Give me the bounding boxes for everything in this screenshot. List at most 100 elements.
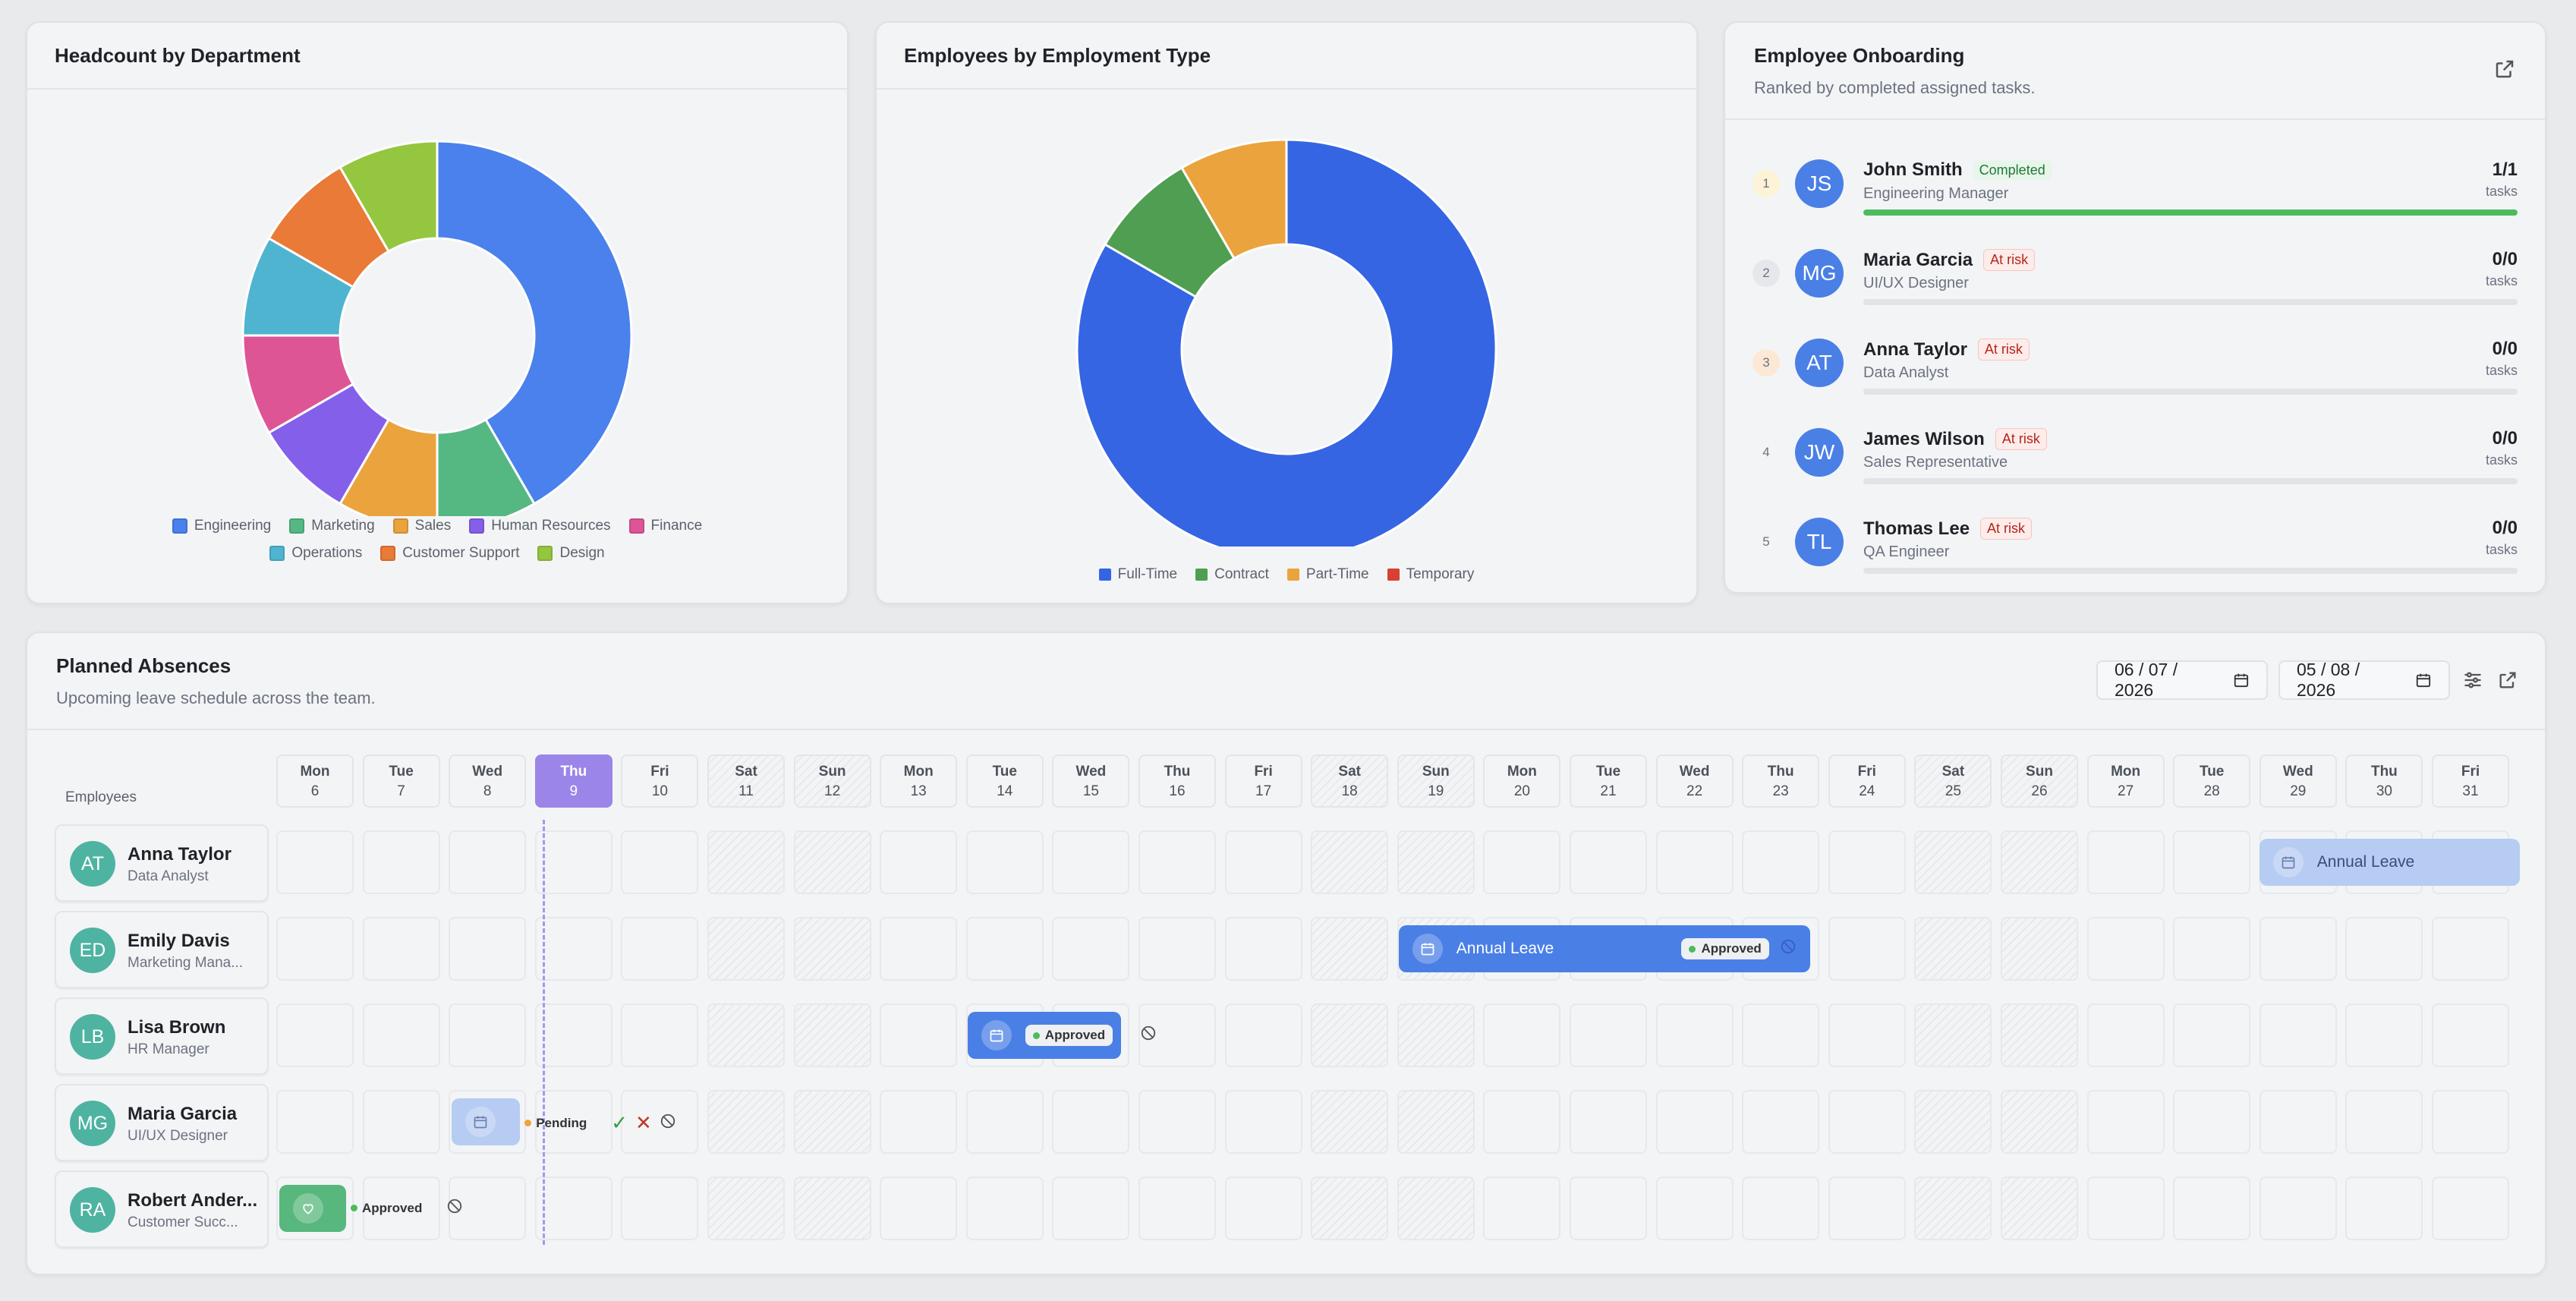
legend-item[interactable]: Temporary	[1387, 566, 1474, 583]
day-cell[interactable]	[1311, 917, 1389, 981]
day-cell[interactable]	[2345, 917, 2423, 981]
day-cell[interactable]	[2086, 1177, 2165, 1240]
day-cell[interactable]	[965, 917, 1044, 981]
day-cell[interactable]	[2173, 1003, 2251, 1067]
day-cell[interactable]	[1224, 830, 1302, 894]
legend-item[interactable]: Human Resources	[469, 518, 611, 534]
day-cell[interactable]	[1828, 830, 1906, 894]
day-cell[interactable]	[1138, 917, 1216, 981]
cancel-icon[interactable]	[1140, 1025, 1157, 1045]
day-cell[interactable]	[2086, 917, 2165, 981]
day-cell[interactable]	[1914, 1090, 1992, 1154]
day-cell[interactable]	[2001, 830, 2078, 894]
day-cell[interactable]	[793, 830, 871, 894]
day-cell[interactable]	[2173, 830, 2251, 894]
legend-item[interactable]: Customer Support	[380, 545, 519, 562]
onboarding-row[interactable]: 2 MG Maria Garcia At risk UI/UX Designer…	[1752, 240, 2518, 316]
day-cell[interactable]	[276, 830, 354, 894]
day-cell[interactable]	[1570, 1003, 1647, 1067]
day-cell[interactable]	[793, 1003, 871, 1067]
cancel-icon[interactable]	[660, 1113, 676, 1133]
day-cell[interactable]	[1828, 1003, 1906, 1067]
day-cell[interactable]	[1570, 1090, 1647, 1154]
day-cell[interactable]	[2259, 1003, 2337, 1067]
day-cell[interactable]	[880, 1177, 958, 1240]
day-cell[interactable]	[1483, 1177, 1561, 1240]
day-cell[interactable]	[2345, 1177, 2423, 1240]
day-cell[interactable]	[1138, 1177, 1216, 1240]
legend-item[interactable]: Operations	[269, 545, 362, 562]
day-cell[interactable]	[2001, 917, 2078, 981]
legend-item[interactable]: Full-Time	[1098, 566, 1177, 583]
day-cell[interactable]	[1828, 1177, 1906, 1240]
day-cell[interactable]	[2086, 830, 2165, 894]
day-cell[interactable]	[449, 1003, 527, 1067]
day-cell[interactable]	[793, 1090, 871, 1154]
employee-cell[interactable]: ED Emily Davis Marketing Mana...	[55, 911, 269, 988]
cancel-icon[interactable]	[1780, 938, 1797, 959]
day-cell[interactable]	[793, 1177, 871, 1240]
legend-item[interactable]: Finance	[628, 518, 702, 534]
day-cell[interactable]	[2259, 1177, 2337, 1240]
legend-item[interactable]: Part-Time	[1286, 566, 1369, 583]
employee-cell[interactable]: LB Lisa Brown HR Manager	[55, 997, 269, 1075]
onboarding-row[interactable]: 4 JW James Wilson At risk Sales Represen…	[1752, 419, 2518, 495]
day-cell[interactable]	[1655, 830, 1734, 894]
day-cell[interactable]	[880, 917, 958, 981]
day-cell[interactable]	[1311, 1090, 1389, 1154]
day-cell[interactable]	[2345, 1090, 2423, 1154]
reject-x-icon[interactable]: ✕	[635, 1111, 652, 1135]
day-cell[interactable]	[2173, 1090, 2251, 1154]
day-cell[interactable]	[707, 917, 785, 981]
leave-bar-approved[interactable]	[279, 1185, 346, 1232]
day-cell[interactable]	[621, 830, 699, 894]
day-cell[interactable]	[2259, 917, 2337, 981]
day-cell[interactable]	[2001, 1090, 2078, 1154]
day-cell[interactable]	[1483, 1090, 1561, 1154]
day-cell[interactable]	[621, 1177, 699, 1240]
day-cell[interactable]	[276, 1003, 354, 1067]
leave-bar-annual-leave[interactable]: Annual Leave Approved	[1398, 925, 1810, 972]
day-cell[interactable]	[1224, 1003, 1302, 1067]
day-cell[interactable]	[1914, 1003, 1992, 1067]
day-cell[interactable]	[1828, 917, 1906, 981]
day-cell[interactable]	[1742, 1003, 1820, 1067]
day-cell[interactable]	[1397, 830, 1475, 894]
employee-cell[interactable]: RA Robert Ander... Customer Succ...	[55, 1170, 269, 1248]
onboarding-row[interactable]: 1 JS John Smith Completed Engineering Ma…	[1752, 150, 2518, 226]
approve-check-icon[interactable]: ✓	[611, 1111, 628, 1135]
day-cell[interactable]	[2432, 1003, 2509, 1067]
day-cell[interactable]	[2086, 1090, 2165, 1154]
day-cell[interactable]	[1311, 1003, 1389, 1067]
day-cell[interactable]	[880, 830, 958, 894]
day-cell[interactable]	[1224, 1177, 1302, 1240]
leave-bar-annual-leave[interactable]: Annual Leave	[2259, 839, 2520, 886]
day-cell[interactable]	[1138, 830, 1216, 894]
day-cell[interactable]	[621, 917, 699, 981]
day-cell[interactable]	[2001, 1003, 2078, 1067]
day-cell[interactable]	[965, 1090, 1044, 1154]
legend-item[interactable]: Marketing	[289, 518, 375, 534]
day-cell[interactable]	[276, 1090, 354, 1154]
cancel-icon[interactable]	[446, 1198, 463, 1218]
day-cell[interactable]	[1483, 1003, 1561, 1067]
day-cell[interactable]	[1655, 1090, 1734, 1154]
leave-bar-pending[interactable]	[452, 1098, 521, 1145]
day-cell[interactable]	[707, 1090, 785, 1154]
day-cell[interactable]	[1742, 830, 1820, 894]
day-cell[interactable]	[1570, 1177, 1647, 1240]
day-cell[interactable]	[1914, 917, 1992, 981]
day-cell[interactable]	[1052, 1090, 1130, 1154]
day-cell[interactable]	[1914, 1177, 1992, 1240]
day-cell[interactable]	[362, 917, 440, 981]
legend-item[interactable]: Contract	[1195, 566, 1269, 583]
day-cell[interactable]	[707, 1003, 785, 1067]
external-link-icon[interactable]	[2493, 58, 2516, 80]
day-cell[interactable]	[534, 830, 613, 894]
day-cell[interactable]	[1224, 1090, 1302, 1154]
day-cell[interactable]	[1138, 1090, 1216, 1154]
day-cell[interactable]	[1483, 830, 1561, 894]
day-cell[interactable]	[2259, 1090, 2337, 1154]
day-cell[interactable]	[965, 830, 1044, 894]
day-cell[interactable]	[2345, 1003, 2423, 1067]
